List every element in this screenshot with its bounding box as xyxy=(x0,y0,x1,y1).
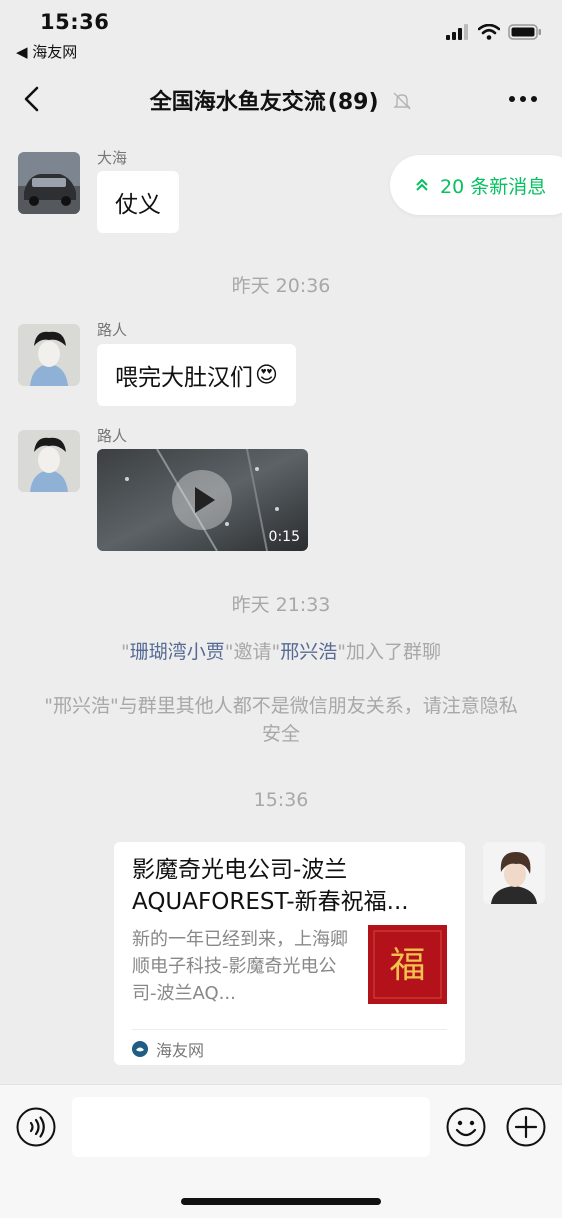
message-input[interactable] xyxy=(72,1097,430,1157)
wifi-icon xyxy=(478,24,500,40)
bell-mute-icon xyxy=(393,92,411,110)
person-photo-icon xyxy=(18,430,80,492)
invitee-link[interactable]: 邢兴浩 xyxy=(280,641,337,663)
system-privacy-notice: "邢兴浩"与群里其他人都不是微信朋友关系，请注意隐私安全 xyxy=(44,695,518,745)
joined-text: "加入了群聊 xyxy=(337,641,441,663)
message-bubble[interactable]: 喂完大肚汉们 😍 xyxy=(97,344,296,406)
chat-title: 全国海水鱼友交流(89) xyxy=(0,84,562,116)
link-card-source-name: 海友网 xyxy=(156,1041,205,1060)
heart-eyes-emoji-icon: 😍 xyxy=(255,362,278,388)
avatar-dahai[interactable] xyxy=(18,152,80,214)
divider xyxy=(132,1029,447,1030)
new-messages-button[interactable]: 20 条新消息 xyxy=(390,155,562,215)
signal-icon xyxy=(446,24,468,40)
link-card-description: 新的一年已经到来，上海卿顺电子科技-影魔奇光电公司-波兰AQ... xyxy=(132,929,348,1004)
timestamp: 昨天 20:36 xyxy=(231,275,331,297)
video-duration: 0:15 xyxy=(268,529,300,545)
message-text: 仗义 xyxy=(115,192,161,218)
status-time: 15:36 xyxy=(40,10,110,34)
group-name: 全国海水鱼友交流 xyxy=(149,90,326,115)
member-count: (89) xyxy=(327,90,379,115)
person-photo-icon xyxy=(18,324,80,386)
home-indicator[interactable] xyxy=(181,1198,381,1205)
sender-name: 路人 xyxy=(97,427,128,445)
emoji-icon[interactable] xyxy=(446,1107,486,1147)
double-chevron-up-icon xyxy=(416,178,428,191)
system-invite-message: "珊瑚湾小贾"邀请"邢兴浩"加入了群聊 xyxy=(40,638,522,666)
fortune-glyph: 福 xyxy=(389,945,425,986)
link-card-title: 影魔奇光电公司-波兰AQUAFOREST-新春祝福... xyxy=(132,857,409,915)
car-photo-icon xyxy=(18,152,80,214)
link-card-source: 海友网 xyxy=(132,1037,204,1061)
timestamp: 昨天 21:33 xyxy=(231,594,331,616)
inviter-link[interactable]: 珊瑚湾小贾 xyxy=(130,641,225,663)
back-to-app-link[interactable]: ◀ 海友网 xyxy=(16,41,77,62)
timestamp: 15:36 xyxy=(253,789,309,811)
message-bubble[interactable]: 仗义 xyxy=(97,171,179,233)
sender-name: 大海 xyxy=(97,149,128,167)
plus-icon[interactable] xyxy=(506,1107,546,1147)
voice-icon[interactable] xyxy=(16,1107,56,1147)
link-card-thumbnail: 福 xyxy=(368,925,447,1004)
more-dots-icon[interactable] xyxy=(508,94,538,104)
status-bar: 15:36 ◀ 海友网 xyxy=(0,0,562,66)
invite-text: "邀请" xyxy=(224,641,281,663)
avatar-luren[interactable] xyxy=(18,430,80,492)
quote: " xyxy=(120,641,130,663)
status-icons xyxy=(446,24,542,40)
chat-header: 全国海水鱼友交流(89) xyxy=(0,66,562,132)
person-photo-icon xyxy=(483,842,545,904)
video-message[interactable]: 0:15 xyxy=(97,449,308,551)
sender-name: 路人 xyxy=(97,321,128,339)
avatar-luren[interactable] xyxy=(18,324,80,386)
avatar-self[interactable] xyxy=(483,842,545,904)
new-messages-label: 20 条新消息 xyxy=(440,175,547,198)
battery-icon xyxy=(508,24,541,40)
source-logo-icon xyxy=(132,1041,148,1057)
message-text: 喂完大肚汉们 xyxy=(115,365,253,391)
link-card-message[interactable]: 影魔奇光电公司-波兰AQUAFOREST-新春祝福... 新的一年已经到来，上海… xyxy=(114,842,465,1065)
